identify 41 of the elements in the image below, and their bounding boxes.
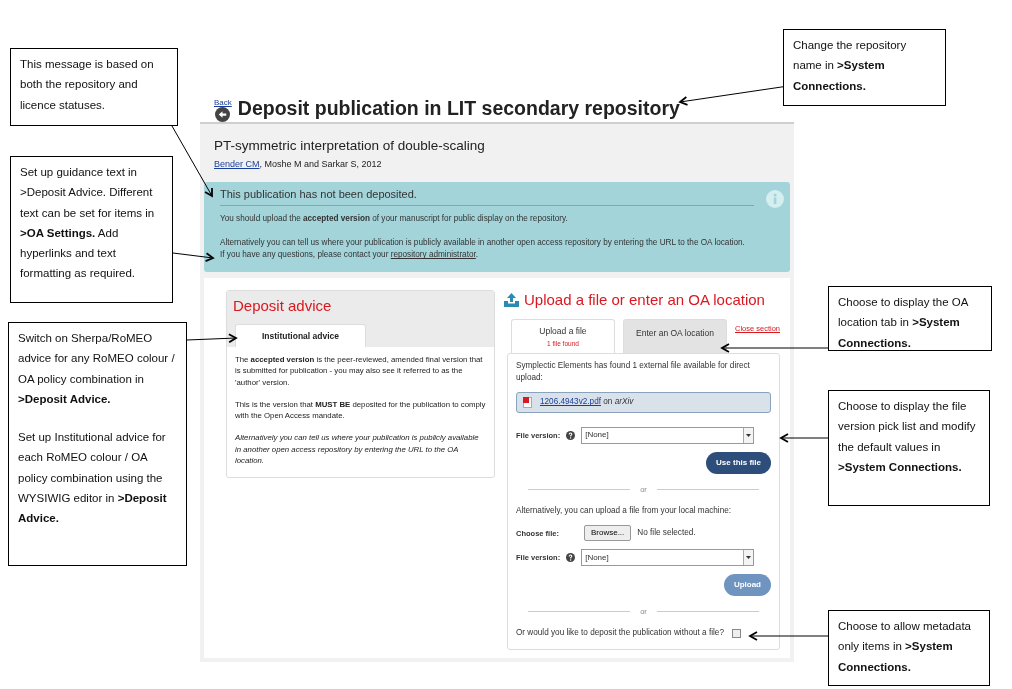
callout-text: Choose to allow metadata only items in >System Connections. [838, 619, 972, 675]
question-text: Or would you like to deposit the publication without a file? [515, 627, 724, 640]
upload-tab[interactable]: Enter an OA location [622, 318, 727, 353]
alert-text: Alternatively you can tell us where your publication is publicly available in another open access repository by entering the URL to the OA location. [220, 237, 746, 250]
page-title: Deposit publication in LIT secondary repository [237, 96, 680, 121]
pdf-file-icon [522, 397, 532, 408]
callout-text: Choose to display the file version pick list and modify the default values in >System Connections. [838, 399, 977, 475]
callout-text: Set up guidance text in >Deposit Advice. Different text can be set for items in >OA Settings. Add hyperlinks and text formatting as required. [20, 165, 156, 282]
help-icon[interactable] [566, 553, 576, 563]
publication-title: PT-symmetric interpretation of double-scaling [213, 137, 486, 155]
dropdown-caret-icon [746, 433, 752, 437]
alert-text: You should upload the accepted version of your manuscript for public display on the repository. [220, 212, 569, 225]
callout-text: Set up Institutional advice for each RoMEO colour / OA policy combination using the WYSIWIG editor in >Deposit Advice. [18, 430, 168, 527]
section-title: Deposit advice [233, 296, 333, 315]
contact-text: If you have any questions, please contact your repository administrator. [220, 249, 480, 262]
checkbox[interactable] [731, 629, 741, 639]
file-entry: 1206.4943v2.pdf on arXiv [539, 396, 634, 409]
back-icon[interactable] [215, 107, 231, 122]
authors-text: Bender CM, Moshe M and Sarkar S, 2012 [213, 158, 383, 172]
callout-text: Choose to display the OA location tab in >System Connections. [838, 295, 970, 351]
help-icon[interactable] [566, 430, 576, 440]
version-select[interactable]: [None] [581, 549, 755, 567]
info-icon [766, 189, 784, 208]
found-text: Symplectic Elements has found 1 external file available for direct upload: [515, 359, 751, 385]
upload-icon [503, 292, 519, 307]
section-title: Upload a file or enter an OA location [523, 290, 765, 309]
author-link[interactable]: Bender CM [214, 159, 260, 170]
alert-heading: This publication has not been deposited. [220, 187, 418, 201]
callout-text: Change the repository name in >System Connections. [793, 38, 908, 94]
dropdown-caret-icon [746, 556, 752, 560]
callout-text: This message is based on both the repository and licence statuses. [20, 57, 155, 113]
local-upload-text: Alternatively, you can upload a file from your local machine: [515, 504, 733, 517]
use-file-button[interactable]: Use this file [706, 451, 771, 474]
browse-button[interactable]: Browse... [583, 525, 632, 542]
file-link[interactable]: 1206.4943v2.pdf [539, 397, 601, 407]
callout-text: Switch on Sherpa/RoMEO advice for any RoMEO colour / OA policy combination in >Deposit Advice. [18, 331, 176, 407]
no-file-text: No file selected. [637, 527, 696, 540]
advice-tab[interactable]: Institutional advice [235, 323, 366, 347]
contact-link[interactable]: repository administrator [390, 250, 476, 260]
version-select[interactable]: [None] [581, 426, 755, 444]
back-link[interactable]: Back [214, 99, 232, 107]
